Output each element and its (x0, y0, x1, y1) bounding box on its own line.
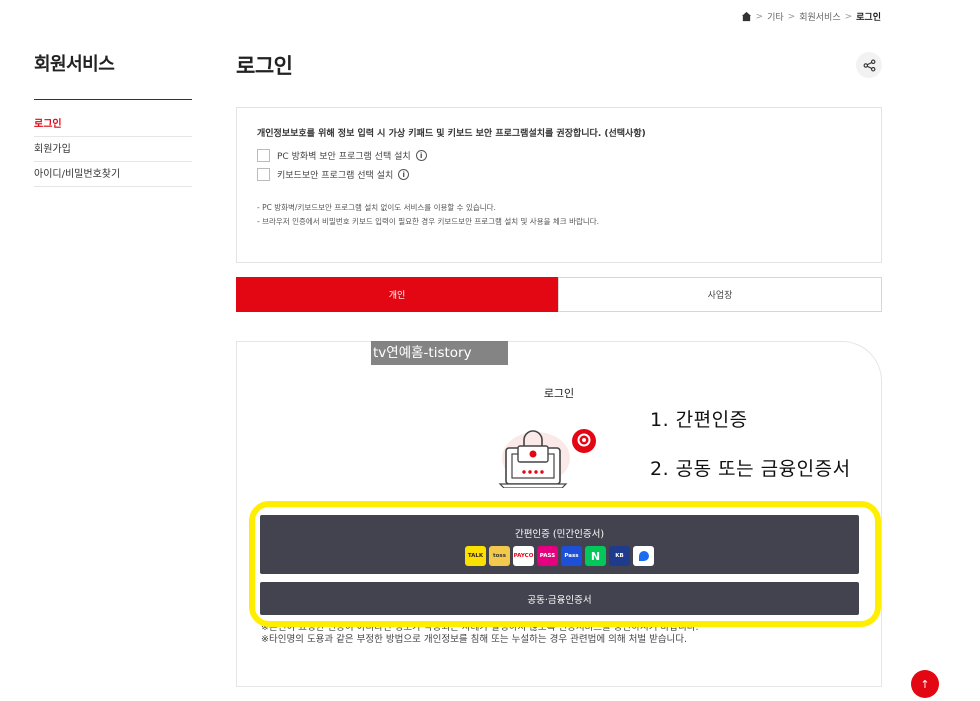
annotation-simple-auth: 1. 간편인증 (650, 409, 748, 431)
login-title: 로그인 (543, 387, 575, 400)
main-content: 로그인 개인정보보호를 위해 정보 입력 시 가상 키패드 및 키보드 보안 프… (236, 50, 882, 687)
note-line: - 브라우저 인증에서 비밀번호 키보드 입력이 필요한 경우 키보드보안 프로… (257, 217, 600, 226)
home-icon[interactable] (741, 11, 752, 22)
option-label[interactable]: PC 방화벽 보안 프로그램 선택 설치 (277, 149, 411, 162)
breadcrumb-item[interactable]: 회원서비스 (799, 10, 840, 23)
annotation-cert-auth: 2. 공동 또는 금융인증서 (650, 458, 851, 480)
tab-individual[interactable]: 개인 (236, 277, 558, 312)
page-title: 로그인 (236, 54, 293, 78)
breadcrumb-separator: > (844, 11, 853, 22)
tab-business[interactable]: 사업장 (558, 277, 882, 312)
security-notice: 개인정보보호를 위해 정보 입력 시 가상 키패드 및 키보드 보안 프로그램설… (236, 107, 882, 263)
user-type-tabs: 개인 사업장 (236, 277, 882, 312)
option-keyboard-security: 키보드보안 프로그램 선택 설치 i (257, 168, 861, 181)
sidebar-item-login[interactable]: 로그인 (34, 112, 192, 137)
breadcrumb-separator: > (787, 11, 796, 22)
scroll-top-button[interactable]: ↑ (911, 670, 939, 698)
sidebar-title: 회원서비스 (34, 50, 192, 100)
info-icon[interactable]: i (415, 150, 427, 161)
highlight-box (249, 501, 881, 627)
info-icon[interactable]: i (398, 169, 410, 180)
warning-line: ※타인명의 도용과 같은 부정한 방법으로 개인정보를 침해 또는 누설하는 경… (261, 634, 688, 645)
watermark-label: tv연예홈-tistory (371, 341, 508, 365)
page: > 기타 > 회원서비스 > 로그인 회원서비스 로그인 회원가입 아이디/비밀… (0, 0, 980, 701)
option-firewall: PC 방화벽 보안 프로그램 선택 설치 i (257, 149, 861, 162)
keyboard-security-checkbox[interactable] (257, 168, 270, 181)
sidebar: 회원서비스 로그인 회원가입 아이디/비밀번호찾기 (34, 50, 192, 187)
laptop-lock-icon (498, 429, 596, 488)
notice-title: 개인정보보호를 위해 정보 입력 시 가상 키패드 및 키보드 보안 프로그램설… (257, 129, 646, 139)
share-button[interactable] (856, 52, 882, 78)
note-line: - PC 방화벽/키보드보안 프로그램 설치 없이도 서비스를 이용할 수 있습… (257, 203, 496, 212)
breadcrumb-item[interactable]: 기타 (767, 10, 784, 23)
notice-notes: - PC 방화벽/키보드보안 프로그램 설치 없이도 서비스를 이용할 수 있습… (257, 201, 861, 229)
breadcrumb-separator: > (755, 11, 764, 22)
breadcrumb-current: 로그인 (856, 13, 881, 23)
option-label[interactable]: 키보드보안 프로그램 선택 설치 (277, 168, 393, 181)
breadcrumb: > 기타 > 회원서비스 > 로그인 (741, 10, 881, 23)
warnings: ※본인이 요청한 인증이 아니라면 정보가 악용되는 사례가 발생하지 않도록 … (261, 624, 699, 646)
firewall-checkbox[interactable] (257, 149, 270, 162)
share-icon (863, 59, 875, 71)
sidebar-item-find-account[interactable]: 아이디/비밀번호찾기 (34, 162, 192, 187)
sidebar-item-signup[interactable]: 회원가입 (34, 137, 192, 162)
